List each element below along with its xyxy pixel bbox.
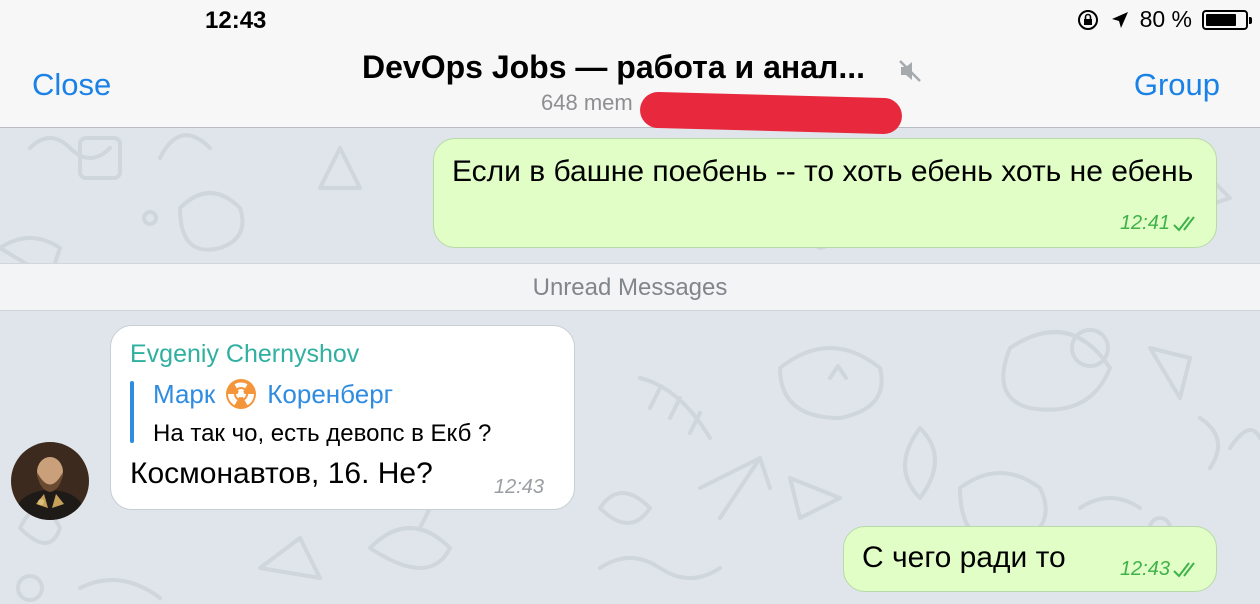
- sender-name[interactable]: Evgeniy Chernyshov: [130, 340, 359, 369]
- portrait-avatar-icon: [11, 442, 89, 520]
- reply-author[interactable]: Марк Коренберг: [153, 378, 393, 410]
- unread-separator: Unread Messages: [0, 263, 1260, 311]
- location-arrow-icon: [1111, 11, 1128, 28]
- double-check-icon: [1173, 561, 1195, 578]
- reply-quote-bar: [130, 381, 134, 443]
- battery-icon: [1202, 9, 1252, 30]
- chat-header: Close DevOps Jobs — работа и анал... 648…: [0, 40, 1260, 128]
- message-time: 12:43: [1119, 558, 1170, 580]
- reply-text: На так чо, есть девопс в Екб ?: [153, 420, 492, 447]
- chat-title[interactable]: DevOps Jobs — работа и анал...: [362, 49, 865, 86]
- orientation-lock-icon: [1077, 9, 1098, 30]
- message-text: С чего ради то: [862, 541, 1066, 574]
- status-time: 12:43: [205, 7, 267, 34]
- message-text: Космонавтов, 16. Не?: [130, 457, 433, 490]
- reply-author-first: Марк: [153, 378, 216, 409]
- avatar[interactable]: [11, 442, 89, 520]
- close-button[interactable]: Close: [32, 67, 111, 103]
- message-time: 12:41: [1119, 212, 1170, 234]
- message-meta: 12:43: [1120, 558, 1202, 581]
- group-info-button[interactable]: Group: [1134, 67, 1220, 103]
- status-bar: 12:43 80 %: [0, 0, 1260, 40]
- message-text: Если в башне поебень -- то хоть ебень хо…: [452, 155, 1194, 188]
- member-count: 648 mem: [541, 90, 633, 115]
- status-indicators: 80 %: [1076, 6, 1252, 33]
- outgoing-message[interactable]: Если в башне поебень -- то хоть ебень хо…: [433, 138, 1217, 248]
- double-check-icon: [1173, 215, 1195, 232]
- message-meta: 12:41: [1120, 212, 1202, 235]
- battery-percent: 80 %: [1139, 6, 1192, 32]
- unread-label: Unread Messages: [532, 274, 728, 301]
- chat-area[interactable]: Если в башне поебень -- то хоть ебень хо…: [0, 128, 1260, 604]
- reply-author-last: Коренберг: [267, 378, 394, 409]
- message-time: 12:43: [494, 476, 545, 498]
- outgoing-message[interactable]: С чего ради то 12:43: [843, 526, 1217, 592]
- radioactive-icon: [226, 379, 257, 409]
- muted-speaker-icon: [899, 60, 921, 82]
